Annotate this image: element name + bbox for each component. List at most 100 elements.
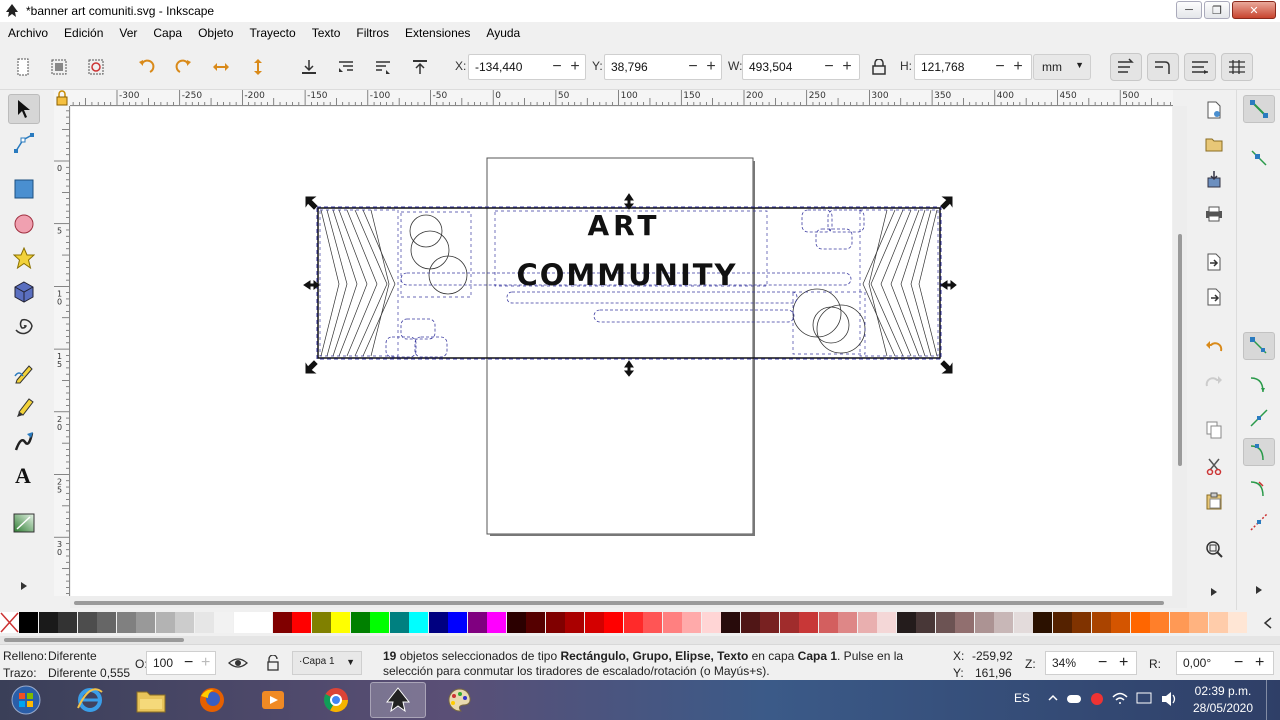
opacity-increment-button[interactable]: + (201, 654, 210, 672)
palette-swatch[interactable] (994, 612, 1013, 633)
pencil-tool[interactable] (8, 358, 40, 388)
palette-swatch[interactable] (1228, 612, 1247, 633)
stroke-value[interactable]: Diferente 0,555 (48, 666, 130, 680)
palette-swatch[interactable] (38, 612, 58, 633)
x-decrement-button[interactable]: − (549, 56, 565, 78)
no-paint-swatch[interactable] (0, 612, 19, 633)
select-all-layers-icon[interactable] (48, 56, 70, 78)
palette-swatch[interactable] (1091, 612, 1111, 633)
gamepad-icon[interactable] (1066, 692, 1082, 709)
palette-swatch[interactable] (662, 612, 682, 633)
palette-swatch[interactable] (935, 612, 955, 633)
undo-icon[interactable] (1202, 335, 1226, 359)
palette-swatch[interactable] (136, 612, 155, 633)
start-button[interactable] (6, 682, 46, 718)
palette-swatch[interactable] (1169, 612, 1189, 633)
menu-archivo[interactable]: Archivo (0, 26, 56, 40)
pen-tool[interactable] (8, 392, 40, 422)
rotation-decrement-button[interactable]: − (1234, 654, 1243, 672)
save-icon[interactable] (1202, 167, 1226, 191)
maximize-button[interactable]: ❐ (1204, 1, 1230, 19)
calligraphy-tool[interactable] (8, 426, 40, 456)
rounded-rects-lower-left[interactable] (385, 318, 448, 358)
snap-nodes-icon[interactable] (1243, 332, 1275, 360)
palette-swatch[interactable] (526, 612, 545, 633)
vertical-scrollbar[interactable] (1173, 106, 1187, 596)
menu-objeto[interactable]: Objeto (190, 26, 241, 40)
menu-capa[interactable]: Capa (145, 26, 190, 40)
w-decrement-button[interactable]: − (821, 56, 837, 78)
palette-swatch[interactable] (1208, 612, 1228, 633)
3d-box-tool[interactable] (8, 277, 40, 307)
print-icon[interactable] (1202, 202, 1226, 226)
deselect-icon[interactable] (85, 56, 107, 78)
rectangle-tool[interactable] (8, 174, 40, 204)
palette-swatch[interactable] (409, 612, 428, 633)
tray-expand-icon[interactable] (1048, 692, 1058, 706)
unit-select[interactable]: mm ▼ (1033, 54, 1091, 80)
palette-swatch[interactable] (818, 612, 838, 633)
palette-swatch[interactable] (721, 612, 740, 633)
action-center-icon[interactable] (1136, 692, 1152, 709)
toggle-lock-icon[interactable] (266, 654, 280, 674)
lock-icon[interactable] (868, 56, 890, 78)
palette-swatch[interactable] (1189, 612, 1208, 633)
x-increment-button[interactable]: + (567, 56, 583, 78)
taskbar-inkscape[interactable] (370, 682, 426, 718)
cut-icon[interactable] (1202, 454, 1226, 478)
lower-icon[interactable] (335, 56, 357, 78)
taskbar-explorer[interactable] (123, 682, 179, 718)
flip-vertical-icon[interactable] (247, 56, 269, 78)
menu-trayecto[interactable]: Trayecto (241, 26, 303, 40)
open-folder-icon[interactable] (1202, 132, 1226, 156)
horizontal-scrollbar[interactable] (70, 596, 1187, 608)
vertical-scroll-thumb[interactable] (1178, 234, 1182, 466)
fill-value[interactable]: Diferente (48, 649, 97, 663)
banner-text-community[interactable]: COMMUNITY (516, 258, 737, 292)
y-decrement-button[interactable]: − (685, 56, 701, 78)
palette-swatch[interactable] (838, 612, 857, 633)
layer-select[interactable]: ·Capa 1 ▼ (292, 651, 362, 675)
snap-toggle-icon[interactable] (1243, 95, 1275, 123)
palette-swatch[interactable] (292, 612, 311, 633)
node-tool[interactable] (8, 128, 40, 158)
palette-swatch[interactable] (1033, 612, 1052, 633)
rotate-ccw-icon[interactable] (135, 56, 157, 78)
right-chevron-lines[interactable] (862, 209, 938, 357)
palette-swatch[interactable] (389, 612, 409, 633)
zoom-in-button[interactable]: + (1119, 654, 1128, 672)
palette-swatch[interactable] (565, 612, 584, 633)
palette-swatch[interactable] (487, 612, 506, 633)
raise-to-top-icon[interactable] (409, 56, 431, 78)
zoom-out-button[interactable]: − (1098, 654, 1107, 672)
rotate-cw-icon[interactable] (173, 56, 195, 78)
toolbox-expand-arrow[interactable] (14, 576, 34, 596)
palette-swatch[interactable] (1052, 612, 1072, 633)
palette-swatch[interactable] (896, 612, 916, 633)
palette-swatch[interactable] (448, 612, 467, 633)
palette-swatch[interactable] (955, 612, 974, 633)
palette-swatch[interactable] (1013, 612, 1033, 633)
palette-swatch[interactable] (19, 612, 38, 633)
palette-swatch[interactable] (233, 612, 253, 633)
snap-smooth-nodes-icon[interactable] (1243, 438, 1275, 466)
redo-icon[interactable] (1202, 370, 1226, 394)
text-tool[interactable]: A (8, 460, 40, 490)
menu-ayuda[interactable]: Ayuda (478, 26, 528, 40)
palette-swatch[interactable] (623, 612, 643, 633)
palette-swatch[interactable] (779, 612, 799, 633)
menu-edicion[interactable]: Edición (56, 26, 111, 40)
taskbar-firefox[interactable] (184, 682, 240, 718)
palette-scrollbar[interactable] (0, 636, 1280, 644)
snap-guides-icon[interactable] (1243, 508, 1275, 536)
transform-patterns-button[interactable] (1221, 53, 1253, 81)
selector-tool[interactable] (8, 94, 40, 124)
wifi-icon[interactable] (1112, 692, 1128, 709)
circles-upper-left[interactable] (409, 214, 468, 295)
taskbar-ie[interactable] (62, 682, 118, 718)
palette-swatch[interactable] (311, 612, 331, 633)
palette-swatch[interactable] (97, 612, 116, 633)
palette-swatch[interactable] (428, 612, 448, 633)
palette-swatch[interactable] (740, 612, 760, 633)
palette-swatch[interactable] (350, 612, 370, 633)
